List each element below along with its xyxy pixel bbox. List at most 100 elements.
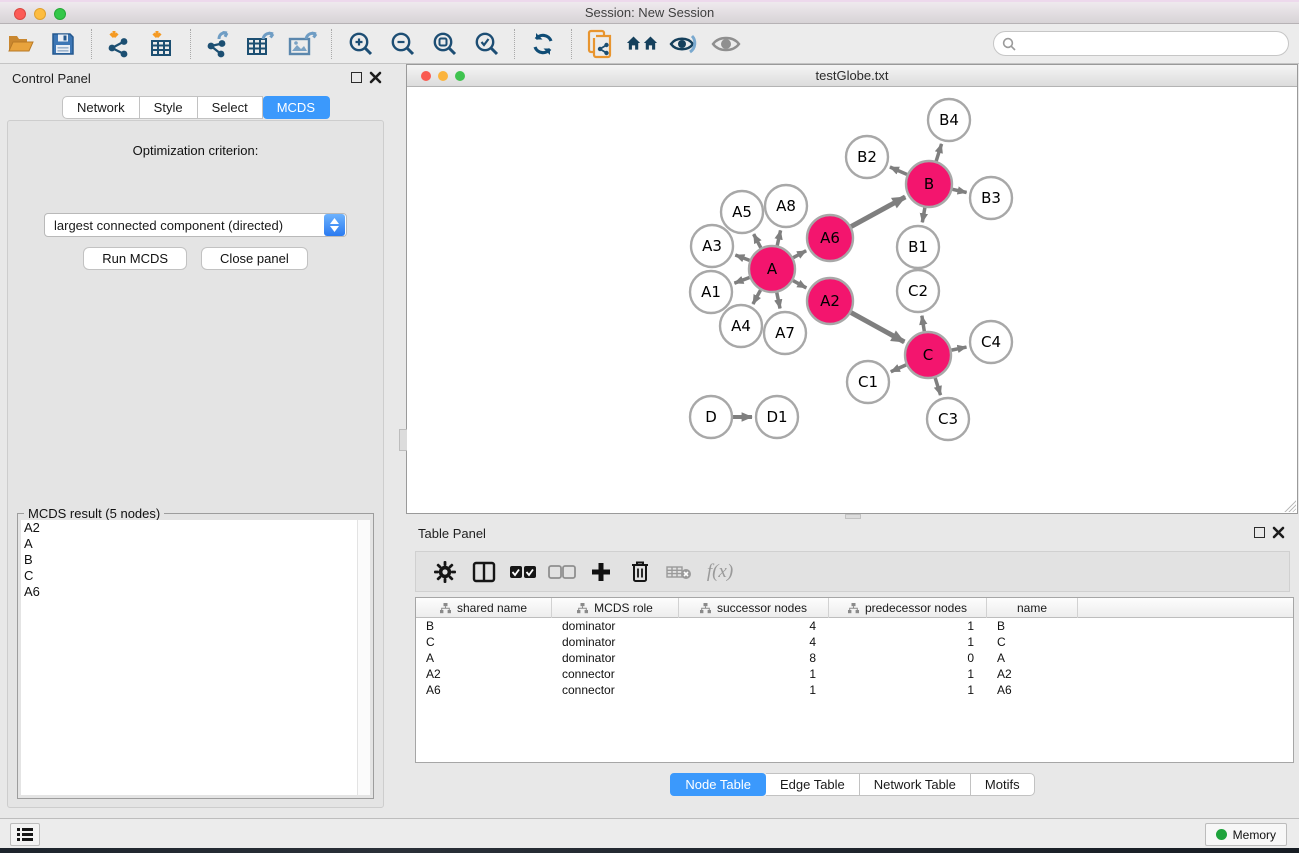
duplicate-network-icon[interactable] (584, 29, 616, 59)
cell-mcds_role[interactable]: connector (552, 666, 679, 682)
graph-node-C1[interactable]: C1 (847, 361, 889, 403)
memory-button[interactable]: Memory (1205, 823, 1287, 846)
cell-predecessor_nodes[interactable]: 0 (829, 650, 987, 666)
graph-edge-A-A3[interactable] (735, 255, 749, 260)
graph-edge-A-A6[interactable] (793, 251, 806, 258)
search-box[interactable] (993, 31, 1289, 56)
export-network-icon[interactable] (203, 29, 235, 59)
open-session-icon[interactable] (5, 29, 37, 59)
graph-edge-B-B2[interactable] (890, 167, 907, 174)
graph-edge-A-A8[interactable] (777, 230, 780, 245)
result-list-item[interactable]: B (21, 552, 370, 568)
cell-successor_nodes[interactable]: 1 (679, 666, 829, 682)
table-header-row[interactable]: shared nameMCDS rolesuccessor nodesprede… (416, 598, 1293, 618)
graph-node-A8[interactable]: A8 (765, 185, 807, 227)
graph-node-A1[interactable]: A1 (690, 271, 732, 313)
cell-shared_name[interactable]: C (416, 634, 552, 650)
cell-successor_nodes[interactable]: 8 (679, 650, 829, 666)
cell-shared_name[interactable]: A2 (416, 666, 552, 682)
graph-node-B1[interactable]: B1 (897, 226, 939, 268)
graph-node-B[interactable]: B (906, 161, 952, 207)
cell-name[interactable]: B (987, 618, 1078, 634)
cell-successor_nodes[interactable]: 4 (679, 634, 829, 650)
cell-predecessor_nodes[interactable]: 1 (829, 634, 987, 650)
graph-edge-B-B1[interactable] (922, 208, 925, 223)
cell-predecessor_nodes[interactable]: 1 (829, 666, 987, 682)
table-row[interactable]: Adominator80A (416, 650, 1293, 666)
refresh-layout-icon[interactable] (527, 29, 559, 59)
window-resize-grip[interactable] (1283, 499, 1296, 512)
graph-node-A5[interactable]: A5 (721, 191, 763, 233)
cell-name[interactable]: A2 (987, 666, 1078, 682)
graph-node-A2[interactable]: A2 (807, 278, 853, 324)
graph-node-B3[interactable]: B3 (970, 177, 1012, 219)
graph-edge-A-A4[interactable] (753, 290, 761, 304)
tab-motifs[interactable]: Motifs (971, 773, 1035, 796)
graph-edge-A6-B[interactable] (851, 197, 905, 227)
gear-icon[interactable] (428, 557, 462, 587)
cell-predecessor_nodes[interactable]: 1 (829, 682, 987, 698)
graph-node-C2[interactable]: C2 (897, 270, 939, 312)
graph-node-A4[interactable]: A4 (720, 305, 762, 347)
graph-node-A7[interactable]: A7 (764, 312, 806, 354)
float-panel-icon[interactable] (351, 72, 362, 83)
graph-node-C3[interactable]: C3 (927, 398, 969, 440)
table-row[interactable]: A6connector11A6 (416, 682, 1293, 698)
delete-icon[interactable] (623, 557, 657, 587)
tab-node-table[interactable]: Node Table (670, 773, 766, 796)
graph-edge-C-C4[interactable] (952, 347, 967, 350)
tab-network-table[interactable]: Network Table (860, 773, 971, 796)
add-column-icon[interactable] (584, 557, 618, 587)
cell-shared_name[interactable]: A6 (416, 682, 552, 698)
table-row[interactable]: Bdominator41B (416, 618, 1293, 634)
criterion-select[interactable]: largest connected component (directed) (44, 213, 347, 237)
import-table-icon[interactable] (146, 29, 178, 59)
network-canvas[interactable]: B4B2BB3B1A6A5A8A3AA1A2A4A7C2CC4C1C3DD1 (407, 87, 1297, 513)
result-list-item[interactable]: A6 (21, 584, 370, 600)
zoom-fit-icon[interactable] (428, 29, 460, 59)
columns-icon[interactable] (467, 557, 501, 587)
cell-mcds_role[interactable]: connector (552, 682, 679, 698)
graph-node-A[interactable]: A (749, 246, 795, 292)
result-list-item[interactable]: C (21, 568, 370, 584)
zoom-out-icon[interactable] (386, 29, 418, 59)
graph-node-B4[interactable]: B4 (928, 99, 970, 141)
cell-shared_name[interactable]: B (416, 618, 552, 634)
deselect-all-icon[interactable] (545, 557, 579, 587)
zoom-in-icon[interactable] (344, 29, 376, 59)
result-scrollbar[interactable] (357, 520, 370, 795)
graph-node-C4[interactable]: C4 (970, 321, 1012, 363)
run-mcds-button[interactable]: Run MCDS (83, 247, 187, 270)
graph-edge-B-B3[interactable] (952, 189, 966, 192)
delete-table-icon[interactable] (662, 557, 696, 587)
cell-name[interactable]: A6 (987, 682, 1078, 698)
tab-network[interactable]: Network (62, 96, 140, 119)
eye-slash-icon[interactable] (668, 29, 700, 59)
save-session-icon[interactable] (47, 29, 79, 59)
close-panel-button[interactable]: Close panel (201, 247, 308, 270)
table-row[interactable]: A2connector11A2 (416, 666, 1293, 682)
graph-edge-C-C3[interactable] (935, 378, 940, 395)
function-icon[interactable]: f(x) (701, 557, 735, 587)
graph-edge-B-B4[interactable] (936, 144, 941, 161)
tab-mcds[interactable]: MCDS (263, 96, 330, 119)
float-panel-icon[interactable] (1254, 527, 1265, 538)
graph-edge-A-A5[interactable] (754, 234, 761, 248)
cell-successor_nodes[interactable]: 4 (679, 618, 829, 634)
select-all-icon[interactable] (506, 557, 540, 587)
tab-edge-table[interactable]: Edge Table (766, 773, 860, 796)
cell-mcds_role[interactable]: dominator (552, 634, 679, 650)
graph-node-B2[interactable]: B2 (846, 136, 888, 178)
graph-edge-A-A1[interactable] (734, 277, 749, 283)
graph-edge-C-C1[interactable] (891, 365, 906, 372)
tab-select[interactable]: Select (198, 96, 263, 119)
cell-mcds_role[interactable]: dominator (552, 650, 679, 666)
graph-edge-A-A2[interactable] (793, 281, 806, 288)
cell-name[interactable]: A (987, 650, 1078, 666)
search-input[interactable] (1021, 36, 1288, 51)
result-list-item[interactable]: A (21, 536, 370, 552)
graph-edge-A2-C[interactable] (851, 313, 904, 342)
graph-node-A6[interactable]: A6 (807, 215, 853, 261)
graph-edge-A-A7[interactable] (777, 293, 780, 309)
task-history-button[interactable] (10, 823, 40, 846)
